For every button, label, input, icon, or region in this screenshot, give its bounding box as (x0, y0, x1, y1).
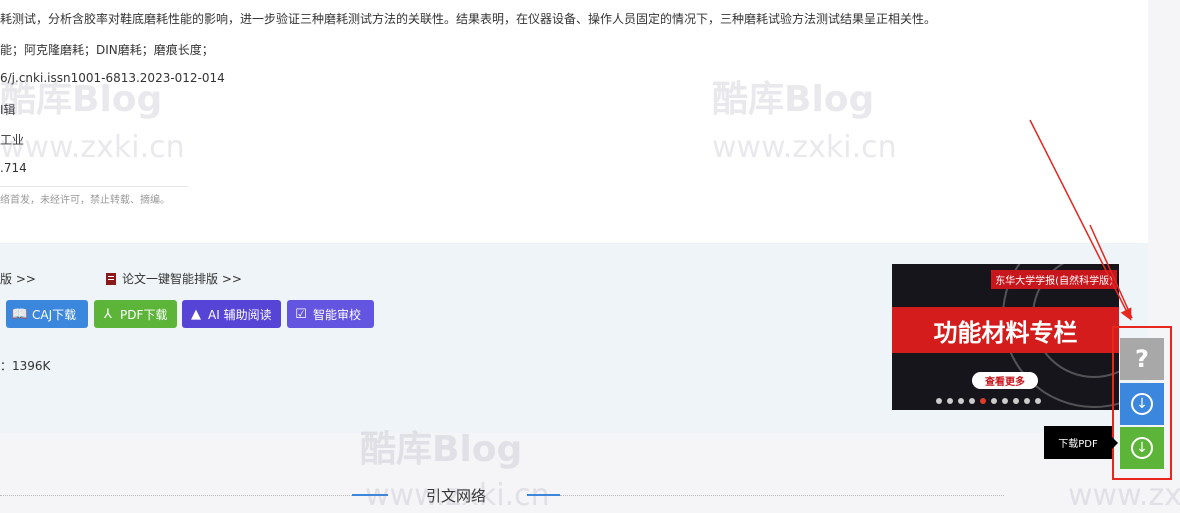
banner-dot[interactable] (958, 398, 964, 404)
banner-dot[interactable] (969, 398, 975, 404)
watermark-url: www.zxki.cn (1068, 478, 1180, 513)
section-accent-right (527, 494, 560, 496)
banner-pagination[interactable] (936, 398, 1041, 404)
banner-title: 功能材料专栏 (933, 318, 1078, 347)
download-icon: ↓ (1131, 437, 1153, 459)
copyright-notice: 络首发，未经许可，禁止转载、摘编。 (0, 195, 170, 206)
banner-more-button[interactable]: 查看更多 (972, 372, 1038, 389)
category-text: 工业 (0, 133, 25, 147)
caj-download-button[interactable]: 📖 CAJ下载 (6, 300, 88, 328)
pdf-download-label: PDF下载 (120, 307, 168, 322)
file-size: ：1396K (0, 359, 51, 373)
download-pdf-tooltip: 下载PDF (1044, 426, 1118, 459)
download-float-button[interactable]: ↓ (1120, 383, 1164, 425)
banner-dot[interactable] (991, 398, 997, 404)
format-link[interactable]: 版 >> (0, 270, 36, 287)
divider (0, 186, 188, 187)
pdf-download-button[interactable]: ⅄ PDF下载 (94, 300, 177, 328)
proofread-icon: ☑ (295, 306, 307, 322)
pdf-float-download-button[interactable]: ↓ (1120, 427, 1164, 469)
section-divider-right (560, 495, 1004, 496)
classification-number: .714 (0, 161, 27, 175)
smart-format-label: 论文一键智能排版 >> (122, 272, 242, 286)
banner-dot[interactable] (980, 398, 986, 404)
help-button[interactable]: ? (1120, 338, 1164, 380)
ai-icon: ▲ (191, 306, 201, 322)
ai-reading-button[interactable]: ▲ AI 辅助阅读 (182, 300, 281, 328)
section-accent-left (352, 494, 388, 496)
help-icon: ? (1135, 345, 1149, 373)
edition-text: Ⅰ辑 (0, 103, 16, 117)
banner-dot[interactable] (947, 398, 953, 404)
section-divider-left (0, 495, 352, 496)
banner-dot[interactable] (936, 398, 942, 404)
banner-dot[interactable] (1024, 398, 1030, 404)
caj-download-label: CAJ下载 (32, 307, 77, 322)
promo-banner[interactable]: 东华大学学报(自然科学版) 功能材料专栏 查看更多 (892, 264, 1119, 410)
banner-dot[interactable] (1002, 398, 1008, 404)
doi-text: 6/j.cnki.issn1001-6813.2023-012-014 (0, 71, 225, 85)
banner-dot[interactable] (1013, 398, 1019, 404)
download-icon: ↓ (1131, 393, 1153, 415)
smart-proofread-button[interactable]: ☑ 智能审校 (287, 300, 374, 328)
ai-reading-label: AI 辅助阅读 (208, 307, 272, 322)
smart-proofread-label: 智能审校 (313, 307, 362, 322)
banner-journal-name: 东华大学学报(自然科学版) (991, 270, 1117, 289)
smart-format-link[interactable]: 论文一键智能排版 >> (106, 270, 242, 287)
book-icon: 📖 (11, 306, 29, 322)
citation-network-title: 引文网络 (425, 487, 486, 505)
keywords-text[interactable]: 能；阿克隆磨耗；DIN磨耗；磨痕长度； (0, 41, 214, 58)
document-icon (106, 272, 116, 285)
pdf-icon: ⅄ (104, 306, 112, 322)
article-info-panel (0, 0, 1148, 243)
banner-dot[interactable] (1035, 398, 1041, 404)
abstract-text: 耗测试，分析含胶率对鞋底磨耗性能的影响，进一步验证三种磨耗测试方法的关联性。结果… (0, 12, 937, 26)
